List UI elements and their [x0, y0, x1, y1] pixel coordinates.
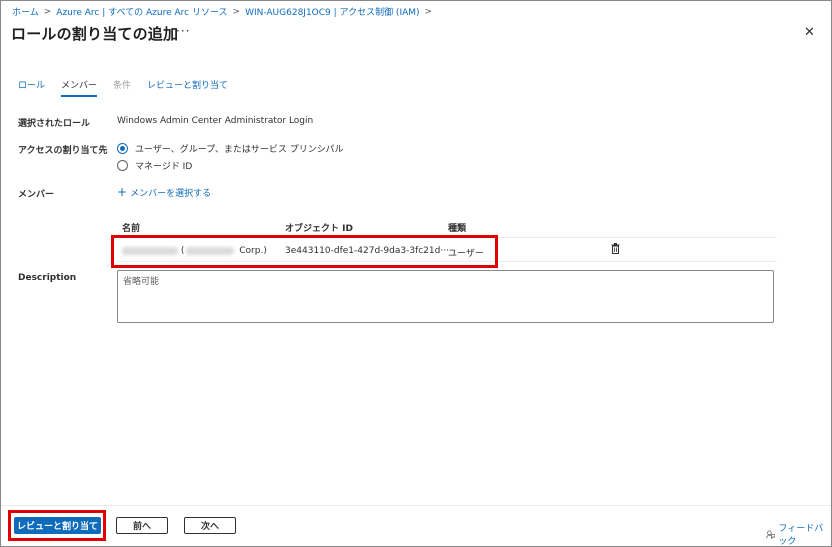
tab-role[interactable]: ロール: [18, 78, 45, 96]
radio-managed-identity-label: マネージド ID: [135, 162, 193, 172]
next-button[interactable]: 次へ: [184, 517, 236, 534]
more-options-icon[interactable]: ···: [176, 24, 190, 38]
column-header-object-id: オブジェクト ID: [285, 224, 353, 234]
previous-button[interactable]: 前へ: [116, 517, 168, 534]
row-highlight-box: [111, 235, 498, 268]
radio-checked-icon[interactable]: [117, 143, 128, 154]
tab-members[interactable]: メンバー: [61, 78, 98, 97]
footer-divider: [1, 505, 831, 506]
radio-user-group-sp[interactable]: ユーザー、グループ、またはサービス プリンシパル: [117, 142, 344, 155]
breadcrumb: ホーム > Azure Arc | すべての Azure Arc リソース > …: [12, 5, 437, 19]
breadcrumb-chevron-icon: >: [232, 6, 241, 17]
description-input[interactable]: 省略可能: [117, 270, 774, 323]
selected-role-label: 選択されたロール: [18, 119, 91, 129]
breadcrumb-iam[interactable]: WIN-AUG628J1OC9 | アクセス制御 (IAM): [245, 5, 419, 18]
tab-bar: ロール メンバー 条件 レビューと割り当て: [18, 78, 244, 97]
assign-access-label: アクセスの割り当て先: [18, 146, 108, 156]
tab-review-assign[interactable]: レビューと割り当て: [147, 78, 228, 96]
select-members-label: メンバーを選択する: [130, 188, 212, 199]
close-icon[interactable]: ✕: [804, 25, 815, 40]
description-label: Description: [18, 273, 77, 283]
button-highlight-box: [8, 510, 106, 541]
trash-icon[interactable]: [611, 243, 620, 254]
feedback-label: フィードバック: [778, 524, 824, 547]
selected-role-value: Windows Admin Center Administrator Login: [117, 116, 314, 126]
feedback-icon: [766, 530, 776, 539]
page-title: ロールの割り当ての追加: [11, 25, 179, 43]
breadcrumb-chevron-icon: >: [43, 6, 52, 17]
tab-conditions: 条件: [113, 81, 132, 91]
column-header-name: 名前: [122, 224, 141, 234]
plus-icon: +: [117, 185, 128, 199]
feedback-link[interactable]: フィードバック: [766, 521, 832, 547]
radio-user-group-sp-label: ユーザー、グループ、またはサービス プリンシパル: [135, 145, 344, 155]
column-header-type: 種類: [448, 224, 467, 234]
members-label: メンバー: [18, 190, 55, 200]
breadcrumb-chevron-icon: >: [424, 6, 433, 17]
radio-unchecked-icon[interactable]: [117, 160, 128, 171]
breadcrumb-home[interactable]: ホーム: [12, 5, 39, 18]
breadcrumb-azure-arc[interactable]: Azure Arc | すべての Azure Arc リソース: [56, 5, 227, 18]
radio-managed-identity[interactable]: マネージド ID: [117, 159, 192, 172]
select-members-link[interactable]: + メンバーを選択する: [117, 185, 211, 199]
